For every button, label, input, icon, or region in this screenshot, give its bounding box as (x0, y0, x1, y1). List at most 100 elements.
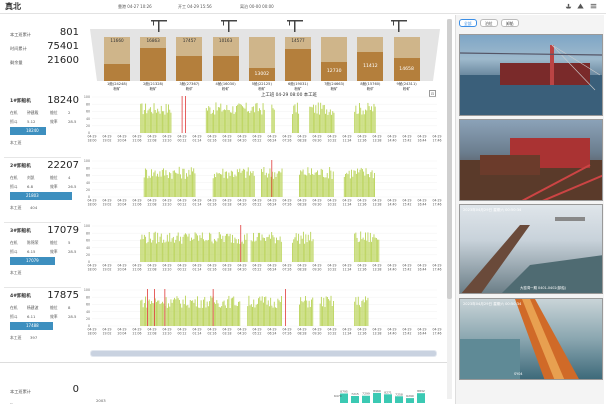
activity-bar (178, 241, 180, 262)
activity-bar (221, 306, 223, 326)
activity-bar (215, 240, 217, 262)
activity-bar (252, 171, 254, 197)
activity-bar (228, 110, 230, 133)
page-scroll-thumb[interactable] (447, 19, 452, 299)
activity-bar (239, 103, 241, 133)
activity-bar (171, 178, 173, 197)
activity-bar (302, 302, 304, 326)
activity-bar (175, 239, 177, 262)
activity-bar (260, 110, 262, 133)
activity-bar (237, 104, 239, 133)
x-tick-label: 21:06 (133, 139, 142, 143)
mini-bar-label: 7258 (395, 392, 403, 396)
y-tick-label: 80 (86, 166, 90, 170)
activity-bar (365, 296, 366, 326)
activity-bar (295, 233, 297, 262)
activity-bar (236, 105, 237, 133)
camera-feed[interactable]: 2023年04月29日 星期六 00:50:34 大窑湾一期 0401-0402… (459, 204, 603, 294)
activity-bar (319, 303, 321, 326)
camera-feed[interactable] (459, 34, 603, 116)
activity-bar (248, 111, 250, 133)
activity-bar (158, 176, 160, 197)
x-tick-label: 05:22 (253, 203, 262, 207)
activity-bar (365, 232, 366, 262)
chart-scrollbar[interactable] (90, 350, 437, 357)
activity-bar (213, 302, 215, 326)
x-tick-label: 22:08 (148, 332, 157, 336)
chart-scroll-thumb[interactable] (91, 351, 436, 356)
activity-bar (263, 167, 265, 197)
activity-bar (154, 110, 156, 133)
activity-bar (192, 239, 194, 262)
tab-berth[interactable]: 泊位 (480, 19, 498, 27)
activity-bar (323, 176, 325, 197)
x-tick-label: 12:36 (358, 332, 367, 336)
activity-bar (251, 241, 253, 262)
activity-bar (268, 173, 270, 197)
y-tick-label: 40 (86, 117, 90, 121)
peak-bar (147, 289, 148, 326)
activity-bar (250, 110, 252, 133)
activity-bar (373, 234, 375, 262)
activity-bar (140, 239, 142, 262)
activity-bar (373, 103, 375, 133)
activity-bar (345, 173, 346, 197)
x-tick-label: 14:40 (388, 139, 397, 143)
activity-bar (200, 300, 202, 326)
activity-bar (218, 232, 220, 262)
activity-bar (265, 241, 267, 262)
activity-bar (207, 306, 209, 326)
x-tick-label: 13:38 (373, 268, 382, 272)
activity-bar (206, 240, 208, 262)
x-tick-label: 00:12 (178, 332, 187, 336)
x-tick-label: 02:16 (208, 268, 217, 272)
activity-bar (245, 239, 247, 262)
x-tick-label: 00:12 (178, 203, 187, 207)
camera-feed[interactable]: 2023年04月29日 星期六 00:50:34 SY04 (459, 298, 603, 380)
x-tick-label: 04:20 (238, 139, 247, 143)
bottom-label: 本工班累计 (10, 389, 31, 394)
mini-bar-label: 6290 (406, 394, 414, 398)
activity-bar (217, 107, 219, 133)
tab-unload[interactable]: 卸船 (501, 19, 519, 27)
activity-bar (227, 299, 229, 326)
alert-icon[interactable] (577, 3, 584, 9)
activity-bar (157, 108, 159, 133)
activity-bar (165, 170, 167, 197)
activity-bar (155, 112, 157, 133)
activity-bar (227, 178, 229, 197)
activity-bar (329, 109, 331, 133)
activity-bar (165, 103, 167, 133)
activity-bar (374, 237, 376, 262)
activity-bar (172, 170, 174, 197)
activity-bar (307, 167, 309, 197)
x-tick-label: 19:02 (103, 139, 112, 143)
activity-bar (277, 171, 279, 197)
activity-bar (244, 234, 246, 262)
mini-bar-label: 8832 (417, 389, 425, 393)
page-scrollbar[interactable] (447, 19, 452, 399)
activity-bar (347, 174, 349, 197)
activity-bar (359, 305, 360, 326)
activity-bar (365, 109, 366, 133)
activity-bar (332, 171, 334, 197)
activity-bar (184, 178, 186, 197)
activity-bar (170, 173, 172, 197)
activity-bar (366, 110, 368, 133)
activity-bar (239, 168, 241, 197)
activity-bar (248, 295, 250, 326)
activity-bar (233, 242, 235, 262)
menu-icon[interactable] (590, 3, 597, 9)
tab-all[interactable]: 全部 (459, 19, 477, 27)
activity-bar (161, 169, 163, 197)
activity-bar (372, 111, 374, 133)
activity-bar (141, 299, 143, 326)
x-tick-label: 06:24 (268, 332, 277, 336)
camera-feed[interactable] (459, 119, 603, 201)
activity-bar (178, 299, 180, 326)
activity-bar (254, 307, 256, 326)
activity-bar (163, 303, 165, 326)
activity-bar (171, 302, 173, 326)
activity-bar (256, 237, 258, 262)
ship-icon[interactable] (565, 3, 572, 9)
